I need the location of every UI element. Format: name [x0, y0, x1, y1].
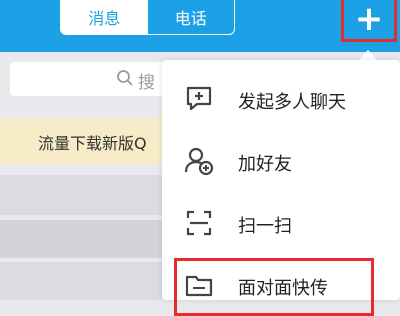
blurred-row [0, 175, 165, 215]
add-button[interactable]: + [341, 0, 397, 42]
add-friend-icon [184, 146, 214, 176]
tab-messages[interactable]: 消息 [61, 0, 148, 34]
blurred-row [0, 262, 165, 300]
menu-item-label: 加好友 [238, 154, 292, 175]
app-header: 消息 电话 + [0, 0, 400, 52]
search-placeholder: 搜 [138, 73, 155, 93]
plus-icon: + [354, 0, 384, 39]
blurred-row [0, 220, 165, 258]
tab-switcher: 消息 电话 [60, 0, 235, 35]
scan-icon [184, 208, 214, 238]
highlight-box [174, 258, 374, 316]
menu-item-group-chat[interactable]: 发起多人聊天 [162, 68, 400, 128]
menu-item-add-friend[interactable]: 加好友 [162, 130, 400, 190]
search-icon [116, 69, 136, 89]
update-banner-text: 流量下载新版Q [38, 134, 147, 153]
menu-item-label: 扫一扫 [238, 216, 292, 237]
tab-phone[interactable]: 电话 [148, 0, 235, 34]
menu-item-label: 发起多人聊天 [238, 92, 346, 113]
chat-plus-icon [184, 84, 214, 114]
menu-item-scan[interactable]: 扫一扫 [162, 192, 400, 252]
